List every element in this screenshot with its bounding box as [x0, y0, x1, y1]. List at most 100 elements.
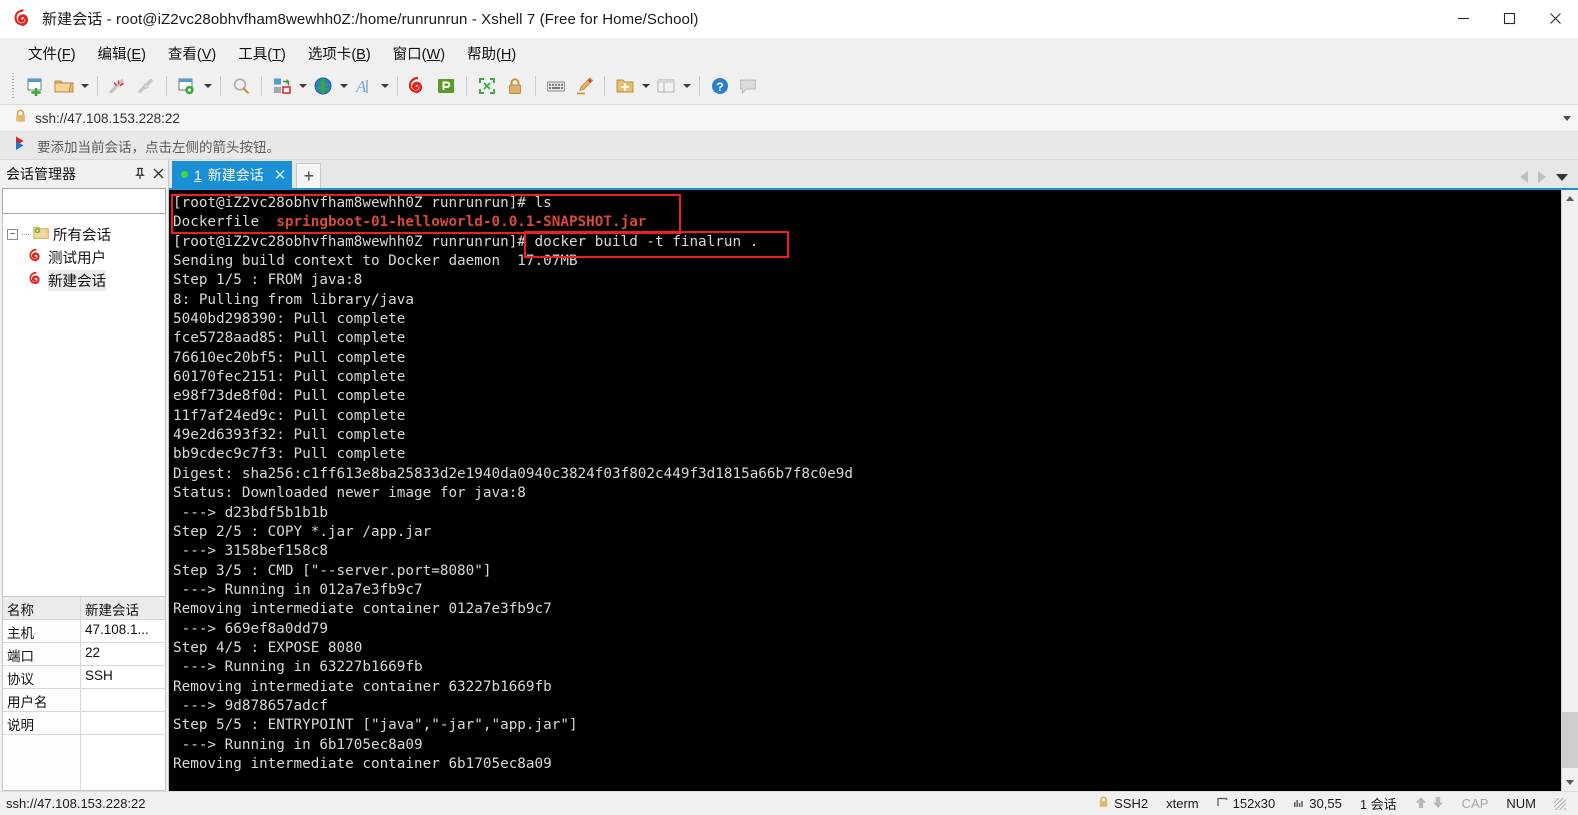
menu-item-help[interactable]: 帮助(H) [457, 40, 526, 67]
property-row-protocol: 协议 SSH [3, 666, 165, 689]
session-search-box[interactable] [2, 188, 197, 214]
menu-item-tools[interactable]: 工具(T) [228, 40, 296, 67]
toolbar-separator [261, 76, 262, 96]
terminal-line: Removing intermediate container 6b1705ec… [173, 755, 552, 772]
minimize-button[interactable] [1440, 0, 1486, 38]
globe-web-icon[interactable] [309, 72, 337, 100]
file-transfer-dropdown-arrow-icon[interactable] [296, 72, 309, 100]
open-folder-dropdown-arrow-icon[interactable] [78, 72, 91, 100]
tree-item-new-session[interactable]: 新建会话 [3, 269, 165, 292]
chevron-down-icon[interactable] [1556, 115, 1578, 121]
pin-icon[interactable] [130, 164, 149, 184]
property-value: 新建会话 [81, 597, 165, 619]
tree-root-all-sessions[interactable]: − 所有会话 [3, 223, 165, 246]
scrollbar-track[interactable] [1562, 207, 1578, 774]
toolbar-grip[interactable] [10, 73, 17, 99]
triangle-right-icon[interactable] [1538, 171, 1546, 183]
session-properties-icon[interactable] [173, 72, 201, 100]
reconnect-link-icon[interactable] [132, 72, 160, 100]
session-icon [29, 248, 44, 267]
tab-close-icon[interactable]: ✕ [274, 166, 287, 184]
menu-item-edit[interactable]: 编辑(E) [88, 40, 156, 67]
xftp-icon[interactable] [432, 72, 460, 100]
new-tab-button[interactable]: + [296, 163, 322, 188]
font-size-icon[interactable]: A [350, 72, 378, 100]
property-value: SSH [85, 668, 113, 683]
terminal-line: 5040bd298390: Pull complete [173, 311, 406, 328]
status-cursor-position: 30,55 [1284, 792, 1351, 815]
terminal-line: 60170fec2151: Pull complete [173, 369, 406, 386]
scrollbar-thumb[interactable] [1562, 712, 1578, 768]
toolbar-separator [466, 76, 467, 96]
close-button[interactable] [1532, 0, 1578, 38]
terminal-line: Step 2/5 : COPY *.jar /app.jar [173, 523, 432, 540]
terminal-size-icon [1217, 796, 1228, 811]
add-to-folder-dropdown-arrow-icon[interactable] [639, 72, 652, 100]
property-value-empty [81, 735, 165, 790]
split-layout-icon[interactable] [652, 72, 680, 100]
chat-feedback-icon[interactable] [734, 72, 762, 100]
property-key: 协议 [3, 666, 81, 688]
terminal-line: Step 3/5 : CMD ["--server.port=8080"] [173, 562, 492, 579]
triangle-left-icon[interactable] [1520, 171, 1528, 183]
xshell-spiral-icon[interactable] [404, 72, 432, 100]
address-url[interactable]: ssh://47.108.153.228:22 [35, 111, 180, 126]
session-properties-dropdown-arrow-icon[interactable] [201, 72, 214, 100]
search-input[interactable] [7, 193, 183, 209]
highlight-pen-icon[interactable] [570, 72, 598, 100]
notice-bar: 要添加当前会话，点击左侧的箭头按钮。 [0, 132, 1578, 160]
tree-item-test-user[interactable]: 测试用户 [3, 246, 165, 269]
file-transfer-icon[interactable] [268, 72, 296, 100]
xshell-spiral-logo-icon [14, 9, 33, 28]
terminal-wrapper: [root@iZ2vc28obhvfham8wewhh0Z runrunrun]… [169, 188, 1578, 791]
menu-item-window[interactable]: 窗口(W) [383, 40, 455, 67]
expander-icon[interactable]: − [7, 229, 18, 240]
split-layout-dropdown-arrow-icon[interactable] [680, 72, 693, 100]
chevron-down-icon[interactable] [1556, 173, 1568, 181]
maximize-button[interactable] [1486, 0, 1532, 38]
terminal-line: ---> d23bdf5b1b1b [173, 504, 328, 521]
tab-new-session[interactable]: 1 新建会话 ✕ [172, 161, 293, 188]
disconnect-icon[interactable] [104, 72, 132, 100]
close-icon[interactable] [149, 164, 168, 184]
status-bar: ssh://47.108.153.228:22 SSH2 xterm 152x3… [0, 791, 1578, 815]
terminal-line: [root@iZ2vc28obhvfham8wewhh0Z runrunrun]… [173, 195, 552, 211]
new-session-icon[interactable] [22, 72, 50, 100]
globe-web-dropdown-arrow-icon[interactable] [337, 72, 350, 100]
terminal-text-red: springboot-01-helloworld-0.0.1-SNAPSHOT.… [276, 214, 647, 231]
fullscreen-icon[interactable] [473, 72, 501, 100]
terminal-scrollbar[interactable] [1561, 190, 1578, 791]
font-size-dropdown-arrow-icon[interactable] [378, 72, 391, 100]
scroll-up-button[interactable] [1562, 190, 1578, 207]
terminal-line: Step 1/5 : FROM java:8 [173, 272, 363, 289]
keyboard-icon[interactable] [542, 72, 570, 100]
resize-grip[interactable] [1545, 792, 1578, 815]
open-folder-icon[interactable] [50, 72, 78, 100]
menu-item-view[interactable]: 查看(V) [158, 40, 226, 67]
terminal-line: Step 4/5 : EXPOSE 8080 [173, 639, 363, 656]
toolbar-separator [535, 76, 536, 96]
terminal-line: Status: Downloaded newer image for java:… [173, 485, 526, 502]
terminal-text: Dockerfile [173, 214, 277, 231]
terminal-line: ---> 3158bef158c8 [173, 543, 328, 560]
toolbar-separator [604, 76, 605, 96]
session-tree[interactable]: − 所有会话 测试用户 新建会话 [2, 214, 166, 597]
property-key: 名称 [3, 597, 81, 619]
menu-item-file[interactable]: 文件(F) [18, 40, 86, 67]
add-to-folder-icon[interactable] [611, 72, 639, 100]
property-key: 端口 [3, 643, 81, 665]
session-properties-table: 名称 新建会话 主机 47.108.1... 端口 22 协议 SSH 用户名 [2, 597, 166, 791]
find-search-icon[interactable] [227, 72, 255, 100]
scroll-down-button[interactable] [1562, 774, 1578, 791]
help-icon[interactable]: ? [706, 72, 734, 100]
terminal-line: Removing intermediate container 012a7e3f… [173, 601, 552, 618]
toolbar-separator [699, 76, 700, 96]
menu-item-tabs[interactable]: 选项卡(B) [298, 40, 381, 67]
property-row-description: 说明 [3, 712, 165, 735]
terminal-output[interactable]: [root@iZ2vc28obhvfham8wewhh0Z runrunrun]… [169, 190, 1561, 791]
property-key: 主机 [3, 620, 81, 642]
lock-icon[interactable] [501, 72, 529, 100]
address-bar[interactable]: ssh://47.108.153.228:22 [0, 105, 1578, 132]
tab-navigation [1520, 171, 1578, 188]
cursor-position-icon [1293, 796, 1304, 811]
